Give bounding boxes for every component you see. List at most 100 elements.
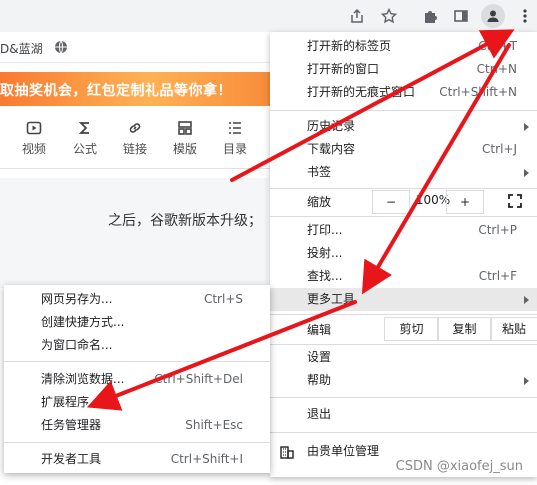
menu-item-label: 更多工具 [307, 292, 356, 306]
browser-toolbar [0, 0, 537, 32]
menu-separator [270, 314, 537, 315]
menu-item-label: 查找... [307, 269, 343, 283]
cut-button[interactable]: 剪切 [384, 317, 439, 341]
menu-new-window[interactable]: 打开新的窗口 Ctrl+N [270, 58, 537, 81]
promo-banner[interactable]: 取抽奖机会，红包定制礼品等你拿！ [0, 72, 270, 106]
menu-item-label: 扩展程序 [41, 395, 90, 409]
bookmark-bar: D&蓝湖 [0, 32, 270, 63]
editor-video-button[interactable]: 视频 [14, 120, 54, 157]
menu-item-label: 历史记录 [307, 119, 356, 133]
submenu-task-manager[interactable]: 任务管理器 Shift+Esc [4, 414, 270, 437]
submenu-clear-data[interactable]: 清除浏览数据... Ctrl+Shift+Del [4, 368, 270, 391]
list-icon [229, 122, 241, 134]
menu-history[interactable]: 历史记录 [270, 115, 537, 138]
watermark: CSDN @xiaofej_sun [395, 459, 523, 474]
submenu-create-shortcut[interactable]: 创建快捷方式... [4, 311, 270, 334]
profile-avatar-icon[interactable] [481, 4, 505, 28]
menu-shortcut: Ctrl+P [478, 223, 517, 237]
menu-item-label: 打开新的窗口 [307, 62, 380, 76]
side-panel-icon[interactable] [449, 4, 473, 28]
menu-item-label: 创建快捷方式... [41, 315, 125, 329]
menu-item-label: 网页另存为... [41, 292, 113, 306]
menu-shortcut: Ctrl+Shift+I [170, 452, 243, 466]
menu-item-label: 书签 [307, 165, 332, 179]
menu-separator [270, 432, 537, 433]
menu-shortcut: Ctrl+Shift+N [439, 85, 517, 99]
menu-item-label: 任务管理器 [41, 418, 102, 432]
editor-toolbar: 视频 公式 链接 模版 目录 [0, 112, 270, 169]
menu-item-label: 打印... [307, 223, 343, 237]
menu-shortcut: Shift+Esc [185, 418, 243, 432]
menu-new-tab[interactable]: 打开新的标签页 Ctrl+T [270, 35, 537, 58]
menu-item-label: 打开新的无痕式窗口 [307, 85, 416, 99]
editor-formula-button[interactable]: 公式 [65, 120, 105, 157]
menu-separator [270, 110, 537, 111]
menu-separator [4, 442, 270, 443]
editor-item-label: 链接 [122, 142, 147, 156]
menu-find[interactable]: 查找... Ctrl+F [270, 265, 537, 288]
menu-item-label: 开发者工具 [41, 452, 102, 466]
menu-item-label: 帮助 [307, 373, 332, 387]
menu-item-label: 下载内容 [307, 142, 356, 156]
menu-exit[interactable]: 退出 [270, 403, 537, 426]
video-icon [26, 121, 42, 135]
menu-edit-row: 编辑 剪切 复制 粘贴 [270, 316, 537, 342]
submenu-arrow-icon [524, 296, 529, 304]
menu-shortcut: Ctrl+F [478, 269, 517, 283]
submenu-dev-tools[interactable]: 开发者工具 Ctrl+Shift+I [4, 448, 270, 471]
star-icon[interactable] [377, 4, 401, 28]
menu-print[interactable]: 打印... Ctrl+P [270, 219, 537, 242]
menu-cast[interactable]: 投射... [270, 242, 537, 265]
menu-shortcut: Ctrl+Shift+Del [154, 372, 243, 386]
submenu-arrow-icon [524, 169, 529, 177]
menu-item-label: 打开新的标签页 [307, 39, 392, 53]
kebab-menu-icon[interactable] [513, 4, 537, 28]
menu-separator [270, 216, 537, 217]
menu-downloads[interactable]: 下载内容 Ctrl+J [270, 138, 537, 161]
menu-bookmarks[interactable]: 书签 [270, 161, 537, 184]
menu-shortcut: Ctrl+S [203, 292, 243, 306]
link-icon [129, 123, 141, 133]
extensions-puzzle-icon[interactable] [418, 4, 442, 28]
zoom-out-button[interactable]: − [372, 190, 410, 214]
submenu-arrow-icon [524, 377, 529, 385]
menu-item-label: 由贵单位管理 [307, 444, 380, 458]
editor-item-label: 目录 [222, 142, 247, 156]
menu-zoom-row: 缩放 − 100% + [270, 189, 537, 215]
page-background [0, 178, 268, 288]
zoom-in-button[interactable]: + [446, 190, 484, 214]
share-icon[interactable] [345, 4, 369, 28]
editor-item-label: 模版 [172, 142, 197, 156]
menu-item-label: 设置 [307, 350, 332, 364]
menu-new-incognito[interactable]: 打开新的无痕式窗口 Ctrl+Shift+N [270, 81, 537, 104]
zoom-label: 缩放 [307, 195, 332, 209]
editor-template-button[interactable]: 模版 [165, 120, 205, 157]
editor-toc-button[interactable]: 目录 [215, 120, 255, 157]
menu-item-label: 为窗口命名... [41, 338, 113, 352]
submenu-name-window[interactable]: 为窗口命名... [4, 334, 270, 357]
paste-button[interactable]: 粘贴 [490, 317, 537, 341]
menu-item-label: 退出 [307, 407, 332, 421]
editor-item-label: 公式 [72, 142, 97, 156]
copy-button[interactable]: 复制 [437, 317, 492, 341]
menu-separator [270, 344, 537, 345]
menu-help[interactable]: 帮助 [270, 369, 537, 392]
menu-settings[interactable]: 设置 [270, 346, 537, 369]
browser-main-menu: 打开新的标签页 Ctrl+T 打开新的窗口 Ctrl+N 打开新的无痕式窗口 C… [270, 32, 537, 477]
globe-icon [55, 40, 67, 54]
organization-icon [280, 446, 294, 459]
submenu-save-as[interactable]: 网页另存为... Ctrl+S [4, 288, 270, 311]
submenu-extensions[interactable]: 扩展程序 [4, 391, 270, 414]
sigma-icon [78, 122, 89, 134]
editor-link-button[interactable]: 链接 [115, 120, 155, 157]
menu-more-tools[interactable]: 更多工具 [270, 288, 537, 311]
editor-item-label: 视频 [21, 142, 46, 156]
menu-separator [270, 397, 537, 398]
banner-text: 取抽奖机会，红包定制礼品等你拿！ [0, 83, 232, 99]
article-text: 之后，谷歌新版本升级； [108, 213, 262, 229]
bookmark-item[interactable]: D&蓝湖 [0, 40, 43, 57]
edit-label: 编辑 [307, 323, 332, 337]
fullscreen-icon[interactable] [508, 194, 522, 208]
menu-shortcut: Ctrl+N [476, 62, 517, 76]
menu-item-label: 投射... [307, 246, 343, 260]
